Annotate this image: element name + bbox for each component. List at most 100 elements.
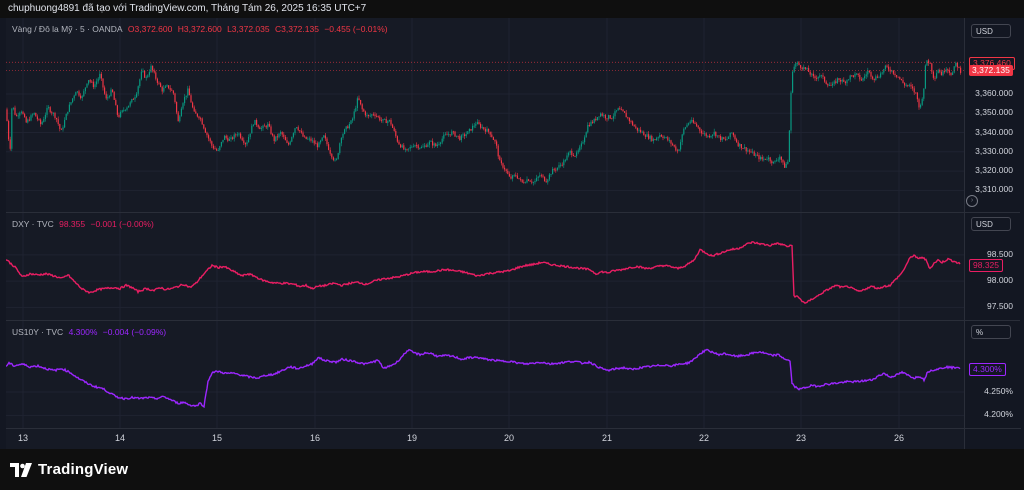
candle-body: [595, 118, 597, 121]
candle-body: [536, 177, 538, 181]
dxy-currency-button[interactable]: USD: [971, 217, 1011, 231]
candle-body: [489, 131, 491, 135]
candle-body: [412, 146, 414, 148]
candle-body: [398, 141, 400, 145]
candle-body: [110, 89, 112, 97]
candle-body: [908, 84, 910, 86]
candle-body: [449, 134, 451, 136]
candle-body: [420, 147, 422, 148]
candle-body: [172, 90, 174, 94]
candle-body: [683, 128, 685, 135]
candle-body: [177, 112, 179, 122]
chart-container[interactable]: Vàng / Đô la Mỹ · 5 · OANDA O3,372.600 H…: [6, 18, 1021, 450]
us10y-pane[interactable]: US10Y · TVC 4.300% −0.004 (−0.09%): [6, 321, 964, 428]
candle-body: [528, 179, 530, 181]
candle-body: [467, 131, 469, 135]
candle-body: [227, 137, 229, 141]
time-tick-label: 20: [504, 433, 515, 443]
price-tick-label: 4.250%: [984, 386, 1013, 396]
candle-body: [643, 131, 645, 136]
candle-body: [107, 97, 109, 99]
candle-body: [640, 129, 642, 133]
candle-body: [593, 118, 595, 123]
scroll-to-realtime-icon[interactable]: ›: [966, 195, 978, 207]
candle-body: [32, 114, 34, 116]
candle-body: [769, 157, 771, 162]
candle-body: [291, 137, 293, 142]
candle-body: [480, 124, 482, 128]
axis-corner: [964, 428, 1021, 450]
candle-body: [574, 155, 576, 157]
candle-body: [139, 79, 141, 87]
candle-body: [492, 137, 494, 140]
candle-body: [384, 118, 386, 120]
candle-body: [179, 116, 181, 122]
gold-price-axis[interactable]: USD › 3,360.000 3,350.000 3,340.000 3,330.0…: [964, 18, 1021, 212]
candle-body: [230, 137, 232, 140]
candle-body: [913, 88, 915, 93]
us10y-unit-button[interactable]: %: [971, 325, 1011, 339]
time-tick-label: 13: [18, 433, 29, 443]
candle-body: [168, 85, 170, 89]
candle-body: [360, 99, 362, 105]
candle-body: [852, 75, 854, 77]
candle-body: [902, 80, 904, 84]
us10y-price-axis[interactable]: % 4.250% 4.200% 4.300%: [964, 321, 1021, 428]
price-tick-label: 98.500: [987, 248, 1013, 259]
candle-body: [446, 134, 448, 136]
candle-body: [257, 124, 259, 128]
candle-body: [518, 178, 520, 180]
tradingview-logo[interactable]: TradingView: [10, 461, 128, 478]
dxy-price-axis[interactable]: USD 98.500 98.000 97.500 98.325: [964, 213, 1021, 320]
candle-body: [56, 117, 58, 120]
candle-body: [596, 117, 598, 121]
candle-body: [496, 141, 498, 146]
candle-body: [793, 66, 795, 72]
candle-body: [155, 72, 157, 79]
dxy-line-chart[interactable]: [6, 213, 964, 320]
gold-price-pane[interactable]: Vàng / Đô la Mỹ · 5 · OANDA O3,372.600 H…: [6, 18, 964, 212]
candle-body: [592, 121, 594, 123]
candle-body: [865, 74, 867, 77]
candle-body: [588, 124, 590, 126]
gold-currency-button[interactable]: USD: [971, 24, 1011, 38]
candle-body: [228, 139, 230, 141]
candle-body: [552, 168, 554, 175]
candle-body: [308, 138, 310, 140]
candle-body: [121, 110, 123, 113]
candle-body: [524, 182, 526, 184]
candle-body: [89, 80, 91, 82]
time-axis[interactable]: 13 14 15 16 19 20 21 22 23 26: [6, 428, 964, 450]
candle-body: [723, 137, 725, 139]
candle-body: [222, 139, 224, 142]
candle-body: [104, 87, 106, 94]
candle-body: [171, 89, 173, 91]
candle-body: [225, 135, 227, 138]
candle-body: [857, 73, 859, 76]
candle-body: [691, 120, 693, 122]
candle-body: [616, 110, 618, 112]
candle-body: [118, 114, 120, 117]
candle-body: [726, 139, 728, 140]
candle-body: [462, 134, 464, 136]
candle-body: [416, 145, 418, 147]
candle-body: [486, 128, 488, 132]
candle-body: [100, 73, 102, 79]
candle-body: [814, 76, 816, 79]
dxy-pane[interactable]: DXY · TVC 98.355 −0.001 (−0.00%): [6, 213, 964, 320]
us10y-line-chart[interactable]: [6, 321, 964, 428]
gold-low: L3,372.035: [227, 24, 270, 34]
candle-body: [806, 68, 808, 69]
gold-candle-chart[interactable]: [6, 18, 964, 212]
candle-body: [844, 81, 846, 84]
candle-body: [713, 131, 715, 135]
candle-body: [737, 142, 739, 147]
candle-body: [264, 125, 266, 127]
candle-body: [513, 174, 515, 176]
candle-body: [201, 118, 203, 125]
candle-body: [65, 113, 67, 120]
candle-body: [912, 86, 914, 89]
candle-body: [310, 138, 312, 141]
candle-body: [102, 78, 104, 88]
candle-body: [86, 83, 88, 88]
